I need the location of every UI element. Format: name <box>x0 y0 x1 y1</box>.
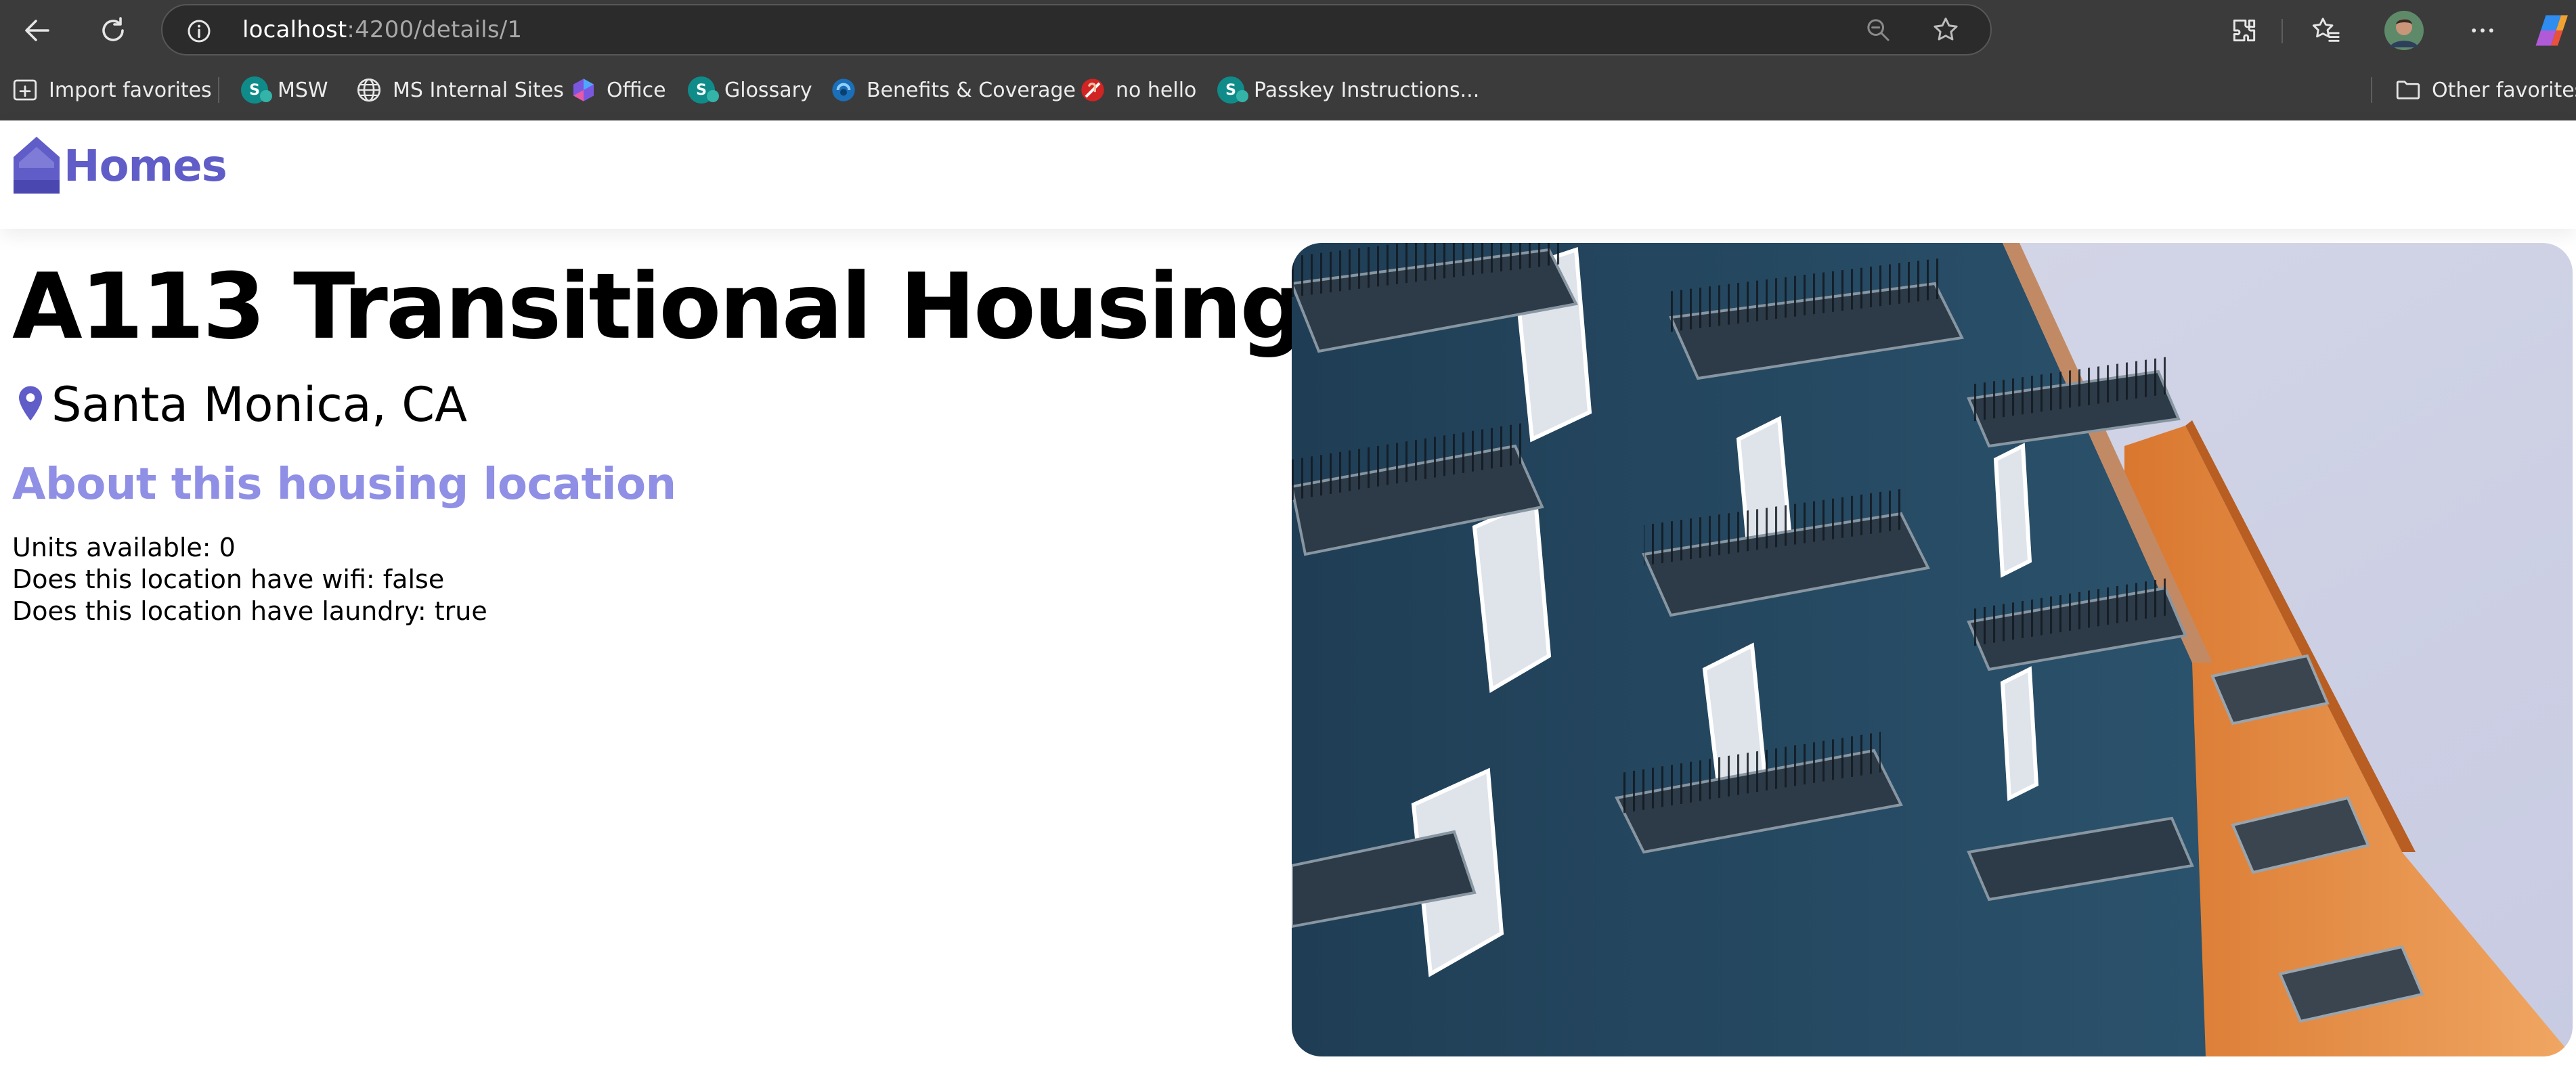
brand-name: Homes <box>64 141 227 192</box>
url-text[interactable]: localhost:4200/details/1 <box>242 5 522 54</box>
benefits-icon <box>830 76 857 104</box>
listing-photo <box>1292 243 2573 1056</box>
bookmarks-divider <box>218 77 219 103</box>
no-hello-icon <box>1079 76 1106 104</box>
address-bar[interactable]: localhost:4200/details/1 <box>161 4 1992 55</box>
toolbar-divider <box>2282 19 2283 43</box>
sharepoint-icon: S <box>688 76 719 104</box>
url-path: :4200/details/1 <box>347 16 523 43</box>
listing-details: A113 Transitional Housing Santa Monica, … <box>12 249 1305 627</box>
bookmark-import-favorites[interactable]: Import favorites <box>11 62 212 118</box>
bookmark-glossary[interactable]: S Glossary <box>688 62 812 118</box>
bookmarks-bar: Import favorites S MSW MS Internal Sites… <box>0 62 2576 118</box>
bookmarks-divider <box>2371 77 2372 103</box>
bookmark-label: Import favorites <box>49 78 212 102</box>
brand-link[interactable]: Homes <box>12 135 227 198</box>
bookmark-label: MSW <box>278 78 328 102</box>
listing-features: Units available: 0 Does this location ha… <box>12 532 1258 627</box>
location-pin-icon <box>19 371 42 439</box>
sharepoint-icon: S <box>241 76 272 104</box>
listing-title: A113 Transitional Housing <box>12 254 1305 359</box>
page-content: Homes A113 Transitional Housing Santa Mo… <box>0 120 2576 1070</box>
bookmark-label: Other favorites <box>2432 78 2576 102</box>
extensions-icon[interactable] <box>2223 9 2265 51</box>
site-info-icon[interactable] <box>185 18 213 47</box>
globe-icon <box>355 76 383 104</box>
back-arrow-icon[interactable] <box>16 9 58 51</box>
feature-wifi: Does this location have wifi: false <box>12 564 445 594</box>
more-options-icon[interactable] <box>2462 9 2504 51</box>
profile-avatar[interactable] <box>2383 9 2425 51</box>
feature-laundry: Does this location have laundry: true <box>12 596 487 626</box>
bookmark-no-hello[interactable]: no hello <box>1079 62 1196 118</box>
bookmark-benefits-coverage[interactable]: Benefits & Coverage <box>830 62 1076 118</box>
bookmark-label: no hello <box>1116 78 1197 102</box>
bookmark-ms-internal-sites[interactable]: MS Internal Sites <box>355 62 564 118</box>
zoom-out-icon[interactable] <box>1864 16 1892 46</box>
feature-units-available: Units available: 0 <box>12 533 236 562</box>
bookmark-other-favorites[interactable]: Other favorites <box>2394 62 2576 118</box>
folder-icon <box>2394 76 2422 104</box>
bookmark-label: Glossary <box>724 78 812 102</box>
bookmark-label: Benefits & Coverage <box>867 78 1076 102</box>
bookmark-passkey-instructions[interactable]: S Passkey Instructions... <box>1217 62 1479 118</box>
office-icon <box>570 76 597 104</box>
listing-location: Santa Monica, CA <box>12 371 1258 439</box>
sharepoint-icon: S <box>1217 76 1248 104</box>
import-favorites-icon <box>11 76 39 104</box>
url-host: localhost <box>242 16 347 43</box>
bookmark-msw[interactable]: S MSW <box>241 62 328 118</box>
bookmark-label: Passkey Instructions... <box>1254 78 1480 102</box>
app-header: Homes <box>0 120 2576 229</box>
location-text: Santa Monica, CA <box>51 377 467 432</box>
browser-chrome: localhost:4200/details/1 Import favorite… <box>0 0 2576 120</box>
bookmark-office[interactable]: Office <box>570 62 666 118</box>
house-logo-icon <box>12 135 61 198</box>
section-heading: About this housing location <box>12 460 676 510</box>
browser-toolbar: localhost:4200/details/1 <box>0 0 2576 61</box>
copilot-icon[interactable] <box>2533 9 2575 51</box>
bookmark-label: MS Internal Sites <box>393 78 564 102</box>
favorites-icon[interactable] <box>2305 9 2346 51</box>
bookmark-label: Office <box>607 78 666 102</box>
refresh-icon[interactable] <box>92 9 134 51</box>
favorite-star-icon[interactable] <box>1931 15 1961 47</box>
